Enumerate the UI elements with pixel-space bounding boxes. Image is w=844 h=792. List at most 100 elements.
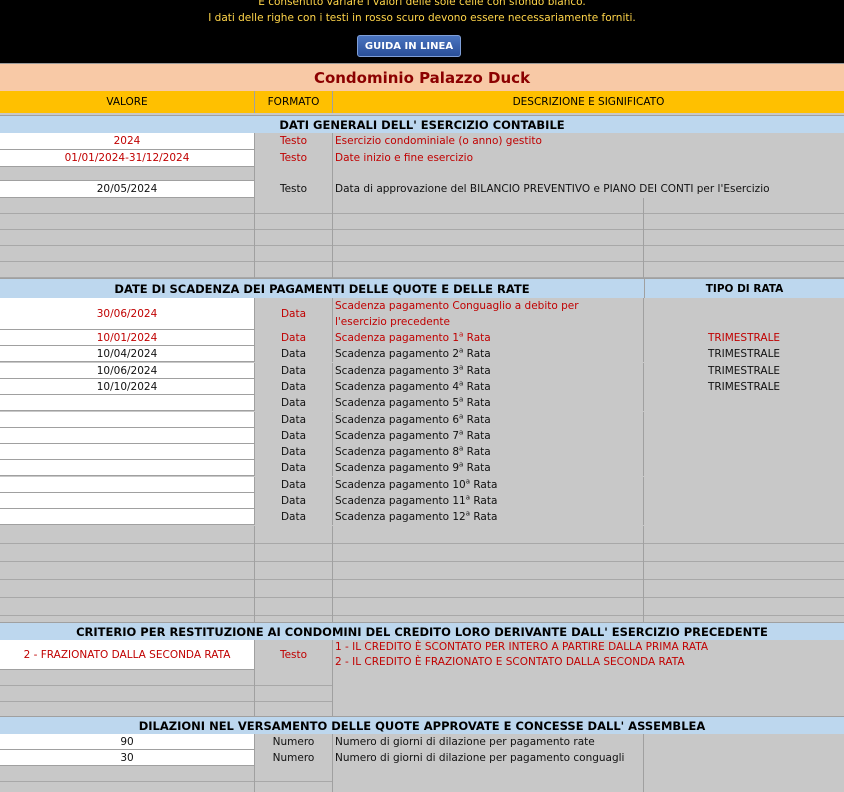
- rate-type-cell[interactable]: TRIMESTRALE: [644, 330, 844, 346]
- format-cell: Data: [255, 379, 333, 395]
- esercizio-value-cell[interactable]: 2024: [0, 133, 255, 150]
- tipo-rata-header: TIPO DI RATA: [644, 279, 844, 299]
- rate-suffix: Rata: [470, 479, 498, 491]
- rate-description: Scadenza pagamento 8: [335, 446, 460, 458]
- description-cell: Scadenza pagamento 10a Rata: [333, 477, 644, 493]
- format-cell: Data: [255, 330, 333, 346]
- rate-description: Scadenza pagamento 1: [335, 332, 460, 344]
- rate-type-cell[interactable]: [644, 428, 844, 444]
- description-cell: Numero di giorni di dilazione per pagame…: [333, 734, 644, 750]
- empty-grid-block: [0, 766, 844, 792]
- empty-grid-block: [0, 670, 844, 716]
- instructions-banner: È consentito variare i valori delle sole…: [0, 0, 844, 63]
- rate-row: 10/01/2024 Data Scadenza pagamento 1a Rata…: [0, 330, 844, 346]
- description-cell: Esercizio condominiale (o anno) gestito: [333, 133, 844, 150]
- rate-description: Scadenza pagamento 3: [335, 365, 460, 377]
- format-cell: Data: [255, 298, 333, 330]
- rate-row: 10/10/2024 Data Scadenza pagamento 4a Rata…: [0, 379, 844, 395]
- rate-type-cell[interactable]: [644, 460, 844, 476]
- approval-date-value-cell[interactable]: 20/05/2024: [0, 181, 255, 198]
- rate-row: 10/04/2024 Data Scadenza pagamento 2a Rata…: [0, 346, 844, 362]
- format-cell: Testo: [255, 133, 333, 150]
- rate-type-cell[interactable]: [644, 395, 844, 411]
- rate-date-cell[interactable]: 10/06/2024: [0, 363, 255, 379]
- rate-date-cell[interactable]: [0, 493, 255, 509]
- format-cell: Data: [255, 477, 333, 493]
- rate-row: Data Scadenza pagamento 10a Rata: [0, 477, 844, 493]
- rate-type-cell[interactable]: [644, 509, 844, 525]
- rate-suffix: Rata: [463, 348, 491, 360]
- criterio-value-cell[interactable]: 2 - FRAZIONATO DALLA SECONDA RATA: [0, 640, 255, 670]
- empty-cell: [644, 298, 844, 330]
- rate-date-cell[interactable]: [0, 412, 255, 428]
- description-line-2: l'esercizio precedente: [335, 316, 450, 328]
- format-cell: Data: [255, 395, 333, 411]
- format-cell: Data: [255, 493, 333, 509]
- conguaglio-date-cell[interactable]: 30/06/2024: [0, 298, 255, 330]
- column-header-valore: VALORE: [0, 91, 255, 113]
- description-cell: Scadenza pagamento 2a Rata: [333, 346, 644, 362]
- description-cell: Scadenza pagamento 12a Rata: [333, 509, 644, 525]
- format-cell: Data: [255, 444, 333, 460]
- format-cell: Numero: [255, 734, 333, 750]
- format-cell: Data: [255, 363, 333, 379]
- empty-cell: [255, 526, 333, 622]
- table-row: 01/01/2024-31/12/2024 Testo Date inizio …: [0, 150, 844, 167]
- rate-type-cell[interactable]: TRIMESTRALE: [644, 363, 844, 379]
- spreadsheet-sheet: È consentito variare i valori delle sole…: [0, 0, 844, 792]
- empty-cell: [333, 526, 644, 622]
- rate-date-cell[interactable]: [0, 395, 255, 411]
- empty-cell: [0, 198, 255, 278]
- section-criterio-header: CRITERIO PER RESTITUZIONE AI CONDOMINI D…: [0, 622, 844, 640]
- empty-row: [0, 167, 844, 181]
- rate-type-cell[interactable]: [644, 477, 844, 493]
- dilazione-rate-value-cell[interactable]: 90: [0, 734, 255, 750]
- description-cell: Scadenza pagamento Conguaglio a debito p…: [333, 298, 644, 330]
- rate-type-cell[interactable]: [644, 444, 844, 460]
- rate-type-cell[interactable]: [644, 493, 844, 509]
- description-cell: Scadenza pagamento 1a Rata: [333, 330, 644, 346]
- table-row: 2024 Testo Esercizio condominiale (o ann…: [0, 133, 844, 150]
- section-title: DILAZIONI NEL VERSAMENTO DELLE QUOTE APP…: [138, 719, 706, 733]
- rate-suffix: Rata: [470, 511, 498, 523]
- rate-date-cell[interactable]: [0, 444, 255, 460]
- rate-row: Data Scadenza pagamento 5a Rata: [0, 395, 844, 411]
- empty-cell: [644, 198, 844, 278]
- rate-description: Scadenza pagamento 7: [335, 430, 460, 442]
- rate-row: Data Scadenza pagamento 7a Rata: [0, 428, 844, 444]
- rate-type-cell[interactable]: TRIMESTRALE: [644, 346, 844, 362]
- rate-description: Scadenza pagamento 11: [335, 495, 466, 507]
- empty-grid-block: [0, 198, 844, 278]
- description-cell: Data di approvazione del BILANCIO PREVEN…: [333, 181, 844, 198]
- rate-type-cell[interactable]: TRIMESTRALE: [644, 379, 844, 395]
- rate-date-cell[interactable]: [0, 477, 255, 493]
- description-cell: Scadenza pagamento 11a Rata: [333, 493, 644, 509]
- rate-date-cell[interactable]: 10/01/2024: [0, 330, 255, 346]
- description-cell: Scadenza pagamento 8a Rata: [333, 444, 644, 460]
- table-row: 30 Numero Numero di giorni di dilazione …: [0, 750, 844, 766]
- rate-date-cell[interactable]: 10/04/2024: [0, 346, 255, 362]
- description-cell: 1 - IL CREDITO È SCONTATO PER INTERO A P…: [333, 640, 844, 670]
- rate-suffix: Rata: [463, 397, 491, 409]
- format-cell: Data: [255, 346, 333, 362]
- column-header-formato: FORMATO: [255, 91, 333, 113]
- empty-cell: [333, 198, 644, 278]
- dilazione-conguagli-value-cell[interactable]: 30: [0, 750, 255, 766]
- help-online-button[interactable]: GUIDA IN LINEA: [357, 35, 461, 57]
- description-cell: Scadenza pagamento 3a Rata: [333, 363, 644, 379]
- description-cell: Scadenza pagamento 9a Rata: [333, 460, 644, 476]
- format-cell: Numero: [255, 750, 333, 766]
- rate-date-cell[interactable]: [0, 460, 255, 476]
- rate-date-cell[interactable]: [0, 428, 255, 444]
- description-cell: Scadenza pagamento 5a Rata: [333, 395, 644, 411]
- rate-date-cell[interactable]: 10/10/2024: [0, 379, 255, 395]
- date-range-value-cell[interactable]: 01/01/2024-31/12/2024: [0, 150, 255, 167]
- rate-type-cell[interactable]: [644, 412, 844, 428]
- rate-suffix: Rata: [470, 495, 498, 507]
- format-cell: Data: [255, 509, 333, 525]
- rate-row: Data Scadenza pagamento 9a Rata: [0, 460, 844, 476]
- empty-cell: [644, 526, 844, 622]
- rate-date-cell[interactable]: [0, 509, 255, 525]
- rate-row: Data Scadenza pagamento 6a Rata: [0, 412, 844, 428]
- rate-suffix: Rata: [463, 462, 491, 474]
